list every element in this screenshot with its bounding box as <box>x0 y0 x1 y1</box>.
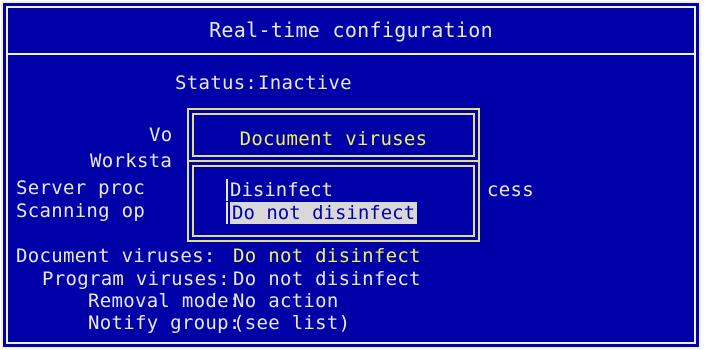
terminal-screen: Real-time configuration Status: Inactive… <box>0 0 706 350</box>
popup-title-frame: Document viruses <box>192 113 475 157</box>
option-disinfect[interactable]: Disinfect <box>230 179 333 201</box>
config-window: Real-time configuration Status: Inactive… <box>1 1 701 349</box>
setting-removal-mode-value[interactable]: No action <box>233 291 339 311</box>
setting-document-viruses-label: Document viruses: <box>16 245 216 267</box>
status-label: Status: <box>175 72 258 94</box>
setting-notify-group-value[interactable]: (see list) <box>233 313 350 333</box>
field-scanning-options-partial: Scanning op <box>16 200 146 222</box>
field-vo-partial: Vo <box>149 124 173 146</box>
setting-program-viruses-value[interactable]: Do not disinfect <box>233 269 421 289</box>
field-server-process-tail: cess <box>487 179 534 201</box>
option-left-marker <box>226 179 228 201</box>
setting-program-viruses-label: Program viruses: <box>42 268 230 290</box>
config-window-frame: Real-time configuration Status: Inactive… <box>6 6 696 344</box>
status-value: Inactive <box>258 72 352 94</box>
title-bar: Real-time configuration <box>8 8 694 55</box>
window-title: Real-time configuration <box>209 18 493 42</box>
popup-options-frame: Disinfect Do not disinfect <box>192 165 475 237</box>
setting-removal-mode-label: Removal mode: <box>88 290 241 312</box>
popup-options-box: Disinfect Do not disinfect <box>187 160 480 242</box>
field-workstation-partial: Worksta <box>90 150 173 172</box>
setting-document-viruses-value[interactable]: Do not disinfect <box>233 246 421 266</box>
option-do-not-disinfect[interactable]: Do not disinfect <box>230 202 418 224</box>
popup-title-box: Document viruses <box>187 108 480 162</box>
option-left-marker <box>226 202 228 224</box>
popup-title: Document viruses <box>239 128 428 150</box>
field-server-process-partial: Server proc <box>16 177 146 199</box>
setting-notify-group-label: Notify group: <box>88 312 241 334</box>
